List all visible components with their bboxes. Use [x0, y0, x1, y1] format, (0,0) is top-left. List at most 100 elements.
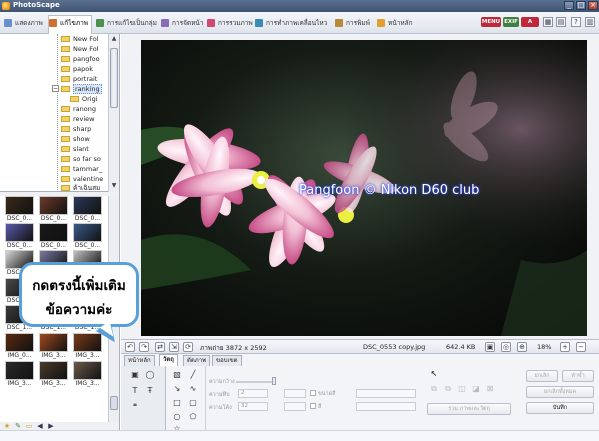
undo-all-button[interactable]: ยกเลิกทั้งหมด [526, 386, 594, 398]
actual-size-icon[interactable]: ◎ [501, 342, 511, 352]
thumbnail[interactable]: DSC_0... [4, 223, 35, 249]
help-icon[interactable]: ? [571, 17, 581, 27]
text-style-icon[interactable]: Ŧ [145, 386, 155, 396]
polygon-icon[interactable]: ⬠ [188, 412, 198, 422]
opacity-input[interactable]: 2 [238, 389, 268, 398]
tab-home[interactable]: หน้าหลัก [377, 16, 413, 30]
folder-item[interactable]: pangfoo [61, 54, 100, 64]
folder-item[interactable]: so far so [61, 154, 101, 164]
line-icon[interactable]: ╱ [188, 370, 198, 380]
image-canvas[interactable]: Pangfoon © Nikon D60 club [121, 34, 599, 339]
cursor-icon[interactable]: ↖ [429, 369, 439, 379]
tab-crop[interactable]: ตัดภาพ [183, 355, 211, 366]
tag-icon[interactable]: ✎ [14, 422, 22, 430]
curve-icon[interactable]: ∿ [188, 384, 198, 394]
color-size-select[interactable] [356, 389, 416, 398]
scroll-down-icon[interactable]: ▼ [110, 182, 118, 190]
folder-item-selected[interactable]: ranking [61, 84, 102, 94]
folder-item[interactable]: portrait [61, 74, 97, 84]
tab-tools[interactable]: ขอบเขต [212, 355, 242, 366]
folder-item[interactable]: Origi [70, 94, 98, 104]
zoom-out-icon[interactable]: − [576, 342, 586, 352]
thumbnail[interactable]: DSC_0... [4, 196, 35, 222]
width-slider[interactable] [236, 381, 276, 383]
folder-item[interactable]: review [61, 114, 95, 124]
color-select[interactable] [356, 402, 416, 411]
flip-icon[interactable]: ⇄ [155, 342, 165, 352]
color-size-checkbox[interactable] [310, 390, 316, 396]
photo-display[interactable]: Pangfoon © Nikon D60 club [141, 40, 587, 336]
pattern-icon[interactable]: ▧ [172, 370, 182, 380]
folder-icon[interactable]: ▭ [25, 422, 33, 430]
photo-insert-icon[interactable]: ▣ [130, 370, 140, 380]
thumbnail[interactable]: IMG_3... [38, 333, 69, 359]
tab-editor[interactable]: แก้ไขภาพ [48, 15, 93, 34]
rotate-right-icon[interactable]: ↷ [139, 342, 149, 352]
zoom-fit-icon[interactable]: ⊕ [517, 342, 527, 352]
tree-scrollbar[interactable]: ▲ ▼ [108, 34, 118, 192]
forward-icon[interactable]: ▶ [47, 422, 55, 430]
redo-button[interactable]: ทำซ้ำ [562, 370, 594, 382]
rounded-rect-icon[interactable]: ▢ [188, 398, 198, 408]
circle-icon[interactable]: ○ [172, 412, 182, 422]
width-slider-knob[interactable] [272, 377, 276, 385]
color-checkbox[interactable] [310, 403, 316, 409]
folder-item[interactable]: show [61, 134, 90, 144]
folder-icon[interactable]: ▤ [556, 17, 566, 27]
thumbnail[interactable]: DSC_0... [72, 196, 103, 222]
arrow-style-select[interactable] [284, 402, 306, 411]
close-button[interactable]: × [588, 1, 598, 10]
folder-item[interactable]: tammar_ [61, 164, 102, 174]
tab-print[interactable]: การพิมพ์ [335, 16, 370, 30]
tab-viewer[interactable]: แสดงภาพ [4, 16, 43, 30]
thumbnail[interactable]: IMG_3... [38, 361, 69, 387]
scroll-thumb[interactable] [110, 396, 118, 410]
tab-animated-gif[interactable]: การทำภาพเคลื่อนไหว [255, 16, 327, 30]
tab-batch-editor[interactable]: การแก้ไขเป็นกลุ่ม [96, 16, 157, 30]
undo-button[interactable]: ยกเลิก [526, 370, 558, 382]
language-button[interactable]: A [521, 17, 539, 27]
rotate-left-icon[interactable]: ↶ [125, 342, 135, 352]
tab-combine[interactable]: การรวมภาพ [207, 16, 253, 30]
thumbnail[interactable]: DSC_0... [38, 196, 69, 222]
refresh-icon[interactable]: ⟳ [183, 342, 193, 352]
folder-item[interactable]: ranong [61, 104, 96, 114]
tab-home[interactable]: หน้าหลัก [124, 355, 155, 366]
star-icon[interactable]: ★ [3, 422, 11, 430]
folder-item[interactable]: papok [61, 64, 93, 74]
curve-input[interactable]: 32 [238, 402, 268, 411]
save-button[interactable]: บันทึก [526, 402, 594, 414]
folder-item[interactable]: slant [61, 144, 89, 154]
tab-page[interactable]: การจัดหน้า [161, 16, 203, 30]
thumbnail[interactable]: DSC_0... [38, 223, 69, 249]
scroll-thumb[interactable] [110, 48, 118, 108]
back-icon[interactable]: ◀ [36, 422, 44, 430]
scroll-up-icon[interactable]: ▲ [110, 35, 118, 43]
maximize-button[interactable]: □ [576, 1, 586, 10]
thumbnail[interactable]: DSC_0... [72, 223, 103, 249]
collapse-toggle[interactable]: − [52, 85, 59, 92]
merge-objects-button[interactable]: รวม ภาพและวัตถุ [427, 403, 511, 415]
folder-item[interactable]: ค้าเฉินสม [61, 183, 100, 191]
resize-icon[interactable]: ⇲ [169, 342, 179, 352]
thumbnail[interactable]: IMG_0... [4, 333, 35, 359]
quote-icon[interactable]: ❝ [130, 402, 140, 412]
arrow-icon[interactable]: ↘ [172, 384, 182, 394]
exif-button[interactable]: EXIF [503, 17, 519, 27]
folder-item[interactable]: sharp [61, 124, 91, 134]
tab-object[interactable]: วัตถุ [159, 354, 178, 366]
folder-item[interactable]: New Fol [61, 34, 99, 44]
text-tool-icon[interactable]: T [130, 386, 140, 396]
thumbnail[interactable]: IMG_3... [72, 333, 103, 359]
calendar-icon[interactable]: ▦ [543, 17, 553, 27]
speech-balloon-icon[interactable]: ◯ [145, 370, 155, 380]
thumbnail[interactable]: IMG_3... [4, 361, 35, 387]
folder-item[interactable]: New Fol [61, 44, 99, 54]
rectangle-icon[interactable]: □ [172, 398, 182, 408]
thumbnail[interactable]: IMG_3... [72, 361, 103, 387]
minimize-button[interactable]: _ [564, 1, 574, 10]
menu-button[interactable]: MENU [481, 17, 501, 27]
settings-icon[interactable]: ▥ [585, 17, 595, 27]
zoom-in-icon[interactable]: + [560, 342, 570, 352]
fit-icon[interactable]: ▣ [485, 342, 495, 352]
